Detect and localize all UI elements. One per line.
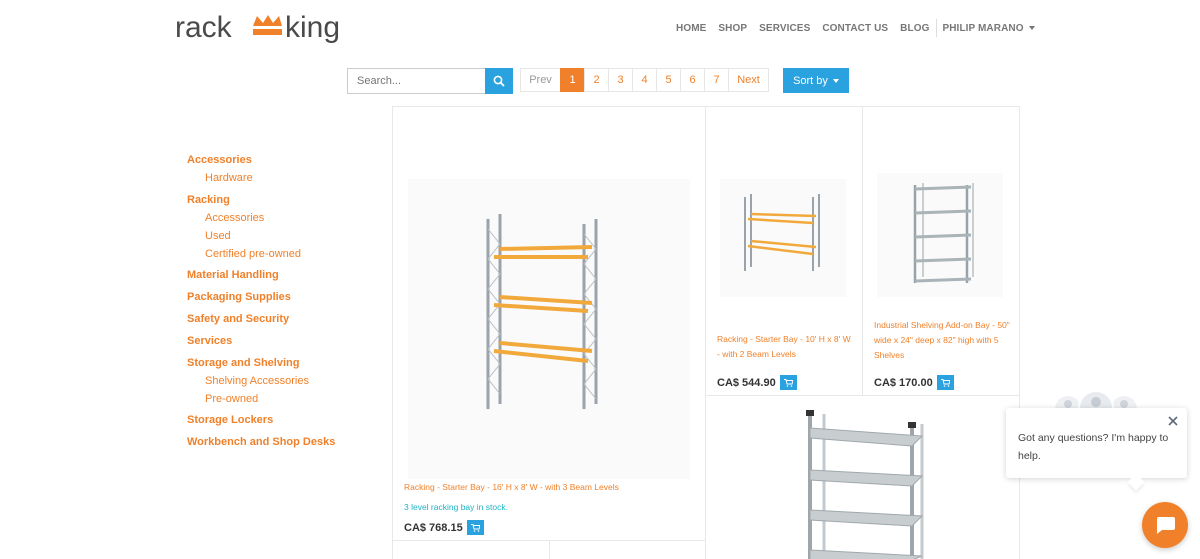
subcategory-certified-pre-owned[interactable]: Certified pre-owned: [205, 247, 377, 261]
add-to-cart-button[interactable]: [466, 520, 484, 535]
product-image[interactable]: [877, 173, 1003, 297]
product-card[interactable]: Racking - Starter Bay - 16' H x 8' W - w…: [392, 106, 706, 541]
product-price-row: CA$ 170.00: [874, 375, 954, 390]
pagination-prev[interactable]: Prev: [520, 68, 561, 92]
product-title[interactable]: Industrial Shelving Add-on Bay - 50" wid…: [874, 318, 1012, 363]
user-menu[interactable]: PHILIP MARANO: [942, 22, 1035, 34]
category-material-handling[interactable]: Material Handling: [187, 268, 377, 282]
chat-popup: Got any questions? I'm happy to help.: [1006, 408, 1187, 478]
search-icon: [493, 75, 505, 87]
subcategory-used[interactable]: Used: [205, 229, 377, 243]
product-title[interactable]: Racking - Starter Bay - 10' H x 8' W - w…: [717, 332, 853, 362]
pagination-page-6[interactable]: 6: [680, 68, 705, 92]
subcategory-hardware[interactable]: Hardware: [205, 171, 377, 185]
category-services[interactable]: Services: [187, 334, 377, 348]
chevron-down-icon: [832, 78, 839, 83]
product-title[interactable]: Racking - Starter Bay - 16' H x 8' W - w…: [404, 480, 694, 495]
logo-text-rack: rack: [175, 11, 233, 44]
nav-shop[interactable]: SHOP: [718, 23, 747, 34]
category-safety-and-security[interactable]: Safety and Security: [187, 312, 377, 326]
pagination-page-1[interactable]: 1: [560, 68, 585, 92]
chat-launcher-button[interactable]: [1142, 502, 1188, 548]
pagination-page-4[interactable]: 4: [632, 68, 657, 92]
rack-king-logo[interactable]: rack king: [175, 10, 350, 46]
steel-shelving-image: [806, 410, 924, 559]
chat-bubble-icon: [1157, 517, 1175, 534]
nav-services[interactable]: SERVICES: [759, 23, 810, 34]
product-price: CA$ 544.90: [717, 376, 776, 389]
sort-by-label: Sort by: [793, 74, 828, 87]
product-image[interactable]: [408, 179, 690, 479]
cart-icon: [783, 378, 793, 387]
steel-shelving-image: [913, 183, 974, 283]
category-sidebar: Accessories Hardware Racking Accessories…: [187, 151, 377, 449]
chat-message: Got any questions? I'm happy to help.: [1018, 432, 1169, 462]
category-workbench-and-shop-desks[interactable]: Workbench and Shop Desks: [187, 435, 377, 449]
product-description: 3 level racking bay in stock.: [404, 502, 508, 512]
subcategory-racking-accessories[interactable]: Accessories: [205, 211, 377, 225]
nav-blog[interactable]: BLOG: [900, 23, 929, 34]
category-accessories[interactable]: Accessories: [187, 153, 377, 167]
product-image[interactable]: [720, 179, 846, 297]
racking-tall-image: [486, 214, 598, 409]
category-packaging-supplies[interactable]: Packaging Supplies: [187, 290, 377, 304]
product-image[interactable]: [776, 406, 956, 559]
product-price: CA$ 170.00: [874, 376, 933, 389]
chevron-down-icon: [1028, 26, 1035, 30]
product-price-row: CA$ 768.15: [404, 520, 484, 535]
logo-text-king: king: [285, 11, 340, 44]
cart-icon: [940, 378, 950, 387]
category-racking[interactable]: Racking: [187, 193, 377, 207]
add-to-cart-button[interactable]: [779, 375, 797, 390]
category-storage-lockers[interactable]: Storage Lockers: [187, 413, 377, 427]
subcategory-shelving-accessories[interactable]: Shelving Accessories: [205, 374, 377, 388]
main-nav: HOME SHOP SERVICES CONTACT US BLOG PHILI…: [676, 19, 1035, 37]
sort-by-button[interactable]: Sort by: [783, 68, 849, 93]
nav-contact-us[interactable]: CONTACT US: [822, 23, 888, 34]
pagination: Prev 1 2 3 4 5 6 7 Next: [520, 68, 769, 92]
subcategory-pre-owned[interactable]: Pre-owned: [205, 392, 377, 406]
crown-icon: [253, 15, 282, 35]
close-icon[interactable]: [1167, 415, 1179, 427]
category-storage-and-shelving[interactable]: Storage and Shelving: [187, 356, 377, 370]
product-card[interactable]: [705, 395, 1020, 559]
cart-icon: [470, 523, 480, 532]
product-card[interactable]: [392, 540, 550, 559]
pagination-page-5[interactable]: 5: [656, 68, 681, 92]
add-to-cart-button[interactable]: [936, 375, 954, 390]
racking-short-image: [744, 194, 820, 271]
product-card[interactable]: [549, 540, 706, 559]
product-price: CA$ 768.15: [404, 521, 463, 534]
nav-home[interactable]: HOME: [676, 23, 706, 34]
search-input[interactable]: [347, 68, 485, 94]
product-price-row: CA$ 544.90: [717, 375, 797, 390]
search-button[interactable]: [485, 68, 513, 94]
nav-divider: [936, 19, 938, 37]
product-card[interactable]: Industrial Shelving Add-on Bay - 50" wid…: [862, 106, 1020, 396]
pagination-page-7[interactable]: 7: [704, 68, 729, 92]
pagination-next[interactable]: Next: [728, 68, 769, 92]
product-card[interactable]: Racking - Starter Bay - 10' H x 8' W - w…: [705, 106, 863, 396]
pagination-page-3[interactable]: 3: [608, 68, 633, 92]
user-name: PHILIP MARANO: [942, 22, 1024, 34]
pagination-page-2[interactable]: 2: [584, 68, 609, 92]
